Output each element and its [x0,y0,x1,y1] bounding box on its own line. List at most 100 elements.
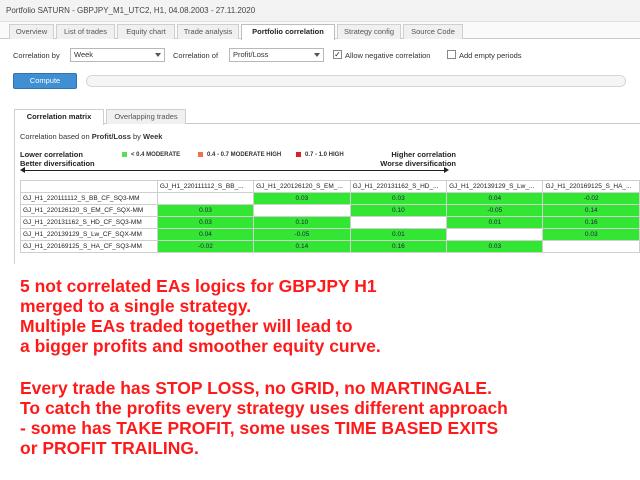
legend-swatch-moderate [122,152,127,157]
correlation-matrix-table: GJ_H1_220111112_S_BB_... GJ_H1_220126120… [20,180,640,253]
basis-prefix: Correlation based on [20,132,90,141]
scale-left-line2: Better diversification [20,159,95,168]
matrix-cell: 0.16 [542,216,640,229]
correlation-by-label: Correlation by [13,51,60,60]
promo-line: a bigger profits and smoother equity cur… [20,336,381,356]
arrow-left-icon [20,167,25,173]
scale-right-line1: Higher correlation [391,150,456,159]
matrix-row: GJ_H1_220111112_S_BB_CF_SQ3-MM 0.03 0.03… [20,192,640,205]
basis-by: by [133,132,141,141]
sub-tab-bar: Correlation matrix Overlapping trades [14,108,640,125]
scale-right-line2: Worse diversification [380,159,456,168]
matrix-cell: 0.10 [253,216,351,229]
matrix-row-header: GJ_H1_220139129_S_Lw_CF_SQX-MM [20,228,158,241]
promo-line: Multiple EAs traded together will lead t… [20,316,353,336]
matrix-col-header: GJ_H1_220111112_S_BB_... [156,180,255,193]
correlation-by-value: Week [74,50,94,59]
basis-metric: Profit/Loss [91,132,131,141]
matrix-cell [542,240,640,253]
legend-swatch-moderate-high [198,152,203,157]
tab-overlapping-trades[interactable]: Overlapping trades [106,109,186,124]
matrix-col-header: GJ_H1_220139129_S_Lw_... [446,180,544,193]
matrix-row: GJ_H1_220169125_S_HA_CF_SQ3-MM -0.02 0.1… [20,240,640,253]
matrix-cell [349,216,448,229]
matrix-row: GJ_H1_220139129_S_Lw_CF_SQX-MM 0.04 -0.0… [20,228,640,241]
window-title: Portfolio SATURN - GBPJPY_M1_UTC2, H1, 0… [6,6,256,15]
tab-trade-analysis[interactable]: Trade analysis [177,24,239,39]
promo-line: Every trade has STOP LOSS, no GRID, no M… [20,378,492,398]
scale-right-caption: Higher correlation Worse diversification [366,150,456,168]
progress-bar [86,75,626,87]
promo-overlay-text: 5 not correlated EAs logics for GBPJPY H… [20,276,638,458]
legend-moderate-high-label: 0.4 - 0.7 MODERATE HIGH [207,152,282,159]
matrix-cell: -0.05 [446,204,544,217]
matrix-cell: 0.03 [156,204,255,217]
matrix-col-header: GJ_H1_220126120_S_EM_... [253,180,351,193]
matrix-cell: 0.14 [253,240,351,253]
tab-strategy-config[interactable]: Strategy config [337,24,401,39]
matrix-cell: -0.05 [253,228,351,241]
tab-equity-chart[interactable]: Equity chart [117,24,175,39]
matrix-row-header: GJ_H1_220169125_S_HA_CF_SQ3-MM [20,240,158,253]
legend-swatch-high [296,152,301,157]
matrix-cell: -0.02 [156,240,255,253]
matrix-cell: 0.04 [156,228,255,241]
matrix-cell: 0.16 [349,240,448,253]
tab-source-code[interactable]: Source Code [403,24,463,39]
matrix-cell [446,228,544,241]
correlation-basis-text: Correlation based on Profit/Loss by Week [20,132,162,141]
legend-high: 0.7 - 1.0 HIGH [296,152,344,158]
basis-period: Week [143,132,163,141]
correlation-of-value: Profit/Loss [233,50,269,59]
legend-moderate: < 0.4 MODERATE [122,152,180,158]
matrix-col-header: GJ_H1_220169125_S_HA_... [542,180,640,193]
matrix-cell: 0.01 [349,228,448,241]
scale-left-caption: Lower correlation Better diversification [20,150,95,168]
tab-portfolio-correlation[interactable]: Portfolio correlation [241,24,335,40]
promo-line: 5 not correlated EAs logics for GBPJPY H… [20,276,377,296]
matrix-row-header: GJ_H1_220111112_S_BB_CF_SQ3-MM [20,192,158,205]
matrix-cell: 0.03 [446,240,544,253]
matrix-cell: 0.03 [156,216,255,229]
correlation-of-select[interactable]: Profit/Loss [229,48,324,62]
matrix-corner [20,180,158,193]
chevron-down-icon [314,53,320,57]
add-empty-periods-checkbox[interactable] [447,50,456,59]
matrix-row: GJ_H1_220131162_S_HD_CF_SQ3-MM 0.03 0.10… [20,216,640,229]
window-titlebar: Portfolio SATURN - GBPJPY_M1_UTC2, H1, 0… [0,0,640,22]
legend-high-label: 0.7 - 1.0 HIGH [305,152,344,159]
correlation-by-select[interactable]: Week [70,48,165,62]
tab-overview[interactable]: Overview [9,24,54,39]
main-tab-bar: Overview List of trades Equity chart Tra… [0,22,640,40]
compute-button[interactable]: Compute [13,73,77,89]
promo-line: - some has TAKE PROFIT, some uses TIME B… [20,418,499,438]
correlation-of-label: Correlation of [173,51,219,60]
matrix-cell: 0.03 [253,192,351,205]
promo-line: or PROFIT TRAILING. [20,438,199,458]
legend-moderate-high: 0.4 - 0.7 MODERATE HIGH [198,152,281,158]
arrow-right-icon [444,167,449,173]
matrix-header-row: GJ_H1_220111112_S_BB_... GJ_H1_220126120… [20,180,640,193]
matrix-cell: 0.10 [349,204,448,217]
matrix-row: GJ_H1_220126120_S_EM_CF_SQX-MM 0.03 0.10… [20,204,640,217]
matrix-cell: 0.03 [542,228,640,241]
matrix-col-header: GJ_H1_220131162_S_HD_... [349,180,448,193]
matrix-cell: 0.14 [542,204,640,217]
promo-spacer [20,356,638,378]
matrix-row-header: GJ_H1_220131162_S_HD_CF_SQ3-MM [20,216,158,229]
matrix-cell: 0.03 [349,192,448,205]
matrix-cell [156,192,255,205]
promo-line: To catch the profits every strategy uses… [20,398,508,418]
matrix-cell [253,204,351,217]
matrix-cell: -0.02 [542,192,640,205]
tab-correlation-matrix[interactable]: Correlation matrix [14,109,104,125]
promo-line: merged to a single strategy. [20,296,252,316]
allow-negative-checkbox[interactable]: ✓ [333,50,342,59]
matrix-cell: 0.04 [446,192,544,205]
add-empty-periods-label: Add empty periods [459,51,522,60]
chevron-down-icon [155,53,161,57]
matrix-row-header: GJ_H1_220126120_S_EM_CF_SQX-MM [20,204,158,217]
matrix-cell: 0.01 [446,216,544,229]
tab-list-of-trades[interactable]: List of trades [56,24,115,39]
legend-moderate-label: < 0.4 MODERATE [131,152,181,159]
